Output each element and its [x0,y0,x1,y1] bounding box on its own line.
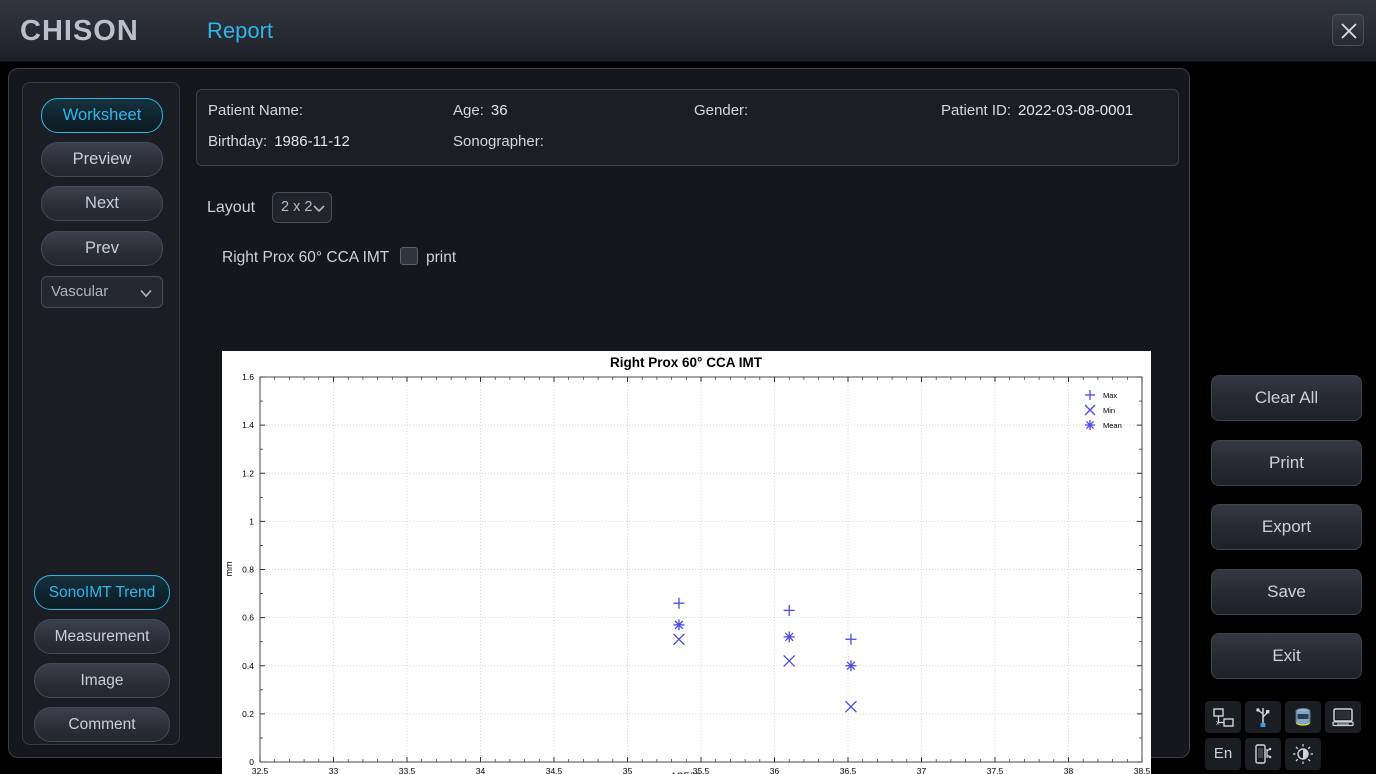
exam-type-value: Vascular [51,283,109,300]
patient-age-value: 36 [490,102,508,119]
layout-select[interactable]: 2 x 2 [272,192,332,223]
layout-label: Layout [207,199,256,216]
exit-button[interactable]: Exit [1211,633,1362,679]
svg-text:0.4: 0.4 [242,661,254,671]
sidebar-item-image[interactable]: Image [34,663,170,698]
sonographer-field: Sonographer: [453,133,551,150]
language-label: En [1213,745,1233,762]
chart-y-axis-label: mm [224,562,234,577]
report-screen: CHISON Report Worksheet Preview Next Pre… [0,0,1376,774]
brightness-icon [1293,744,1313,764]
patient-gender-field: Gender: [694,102,755,119]
monitor-icon [1332,708,1354,727]
sidebar-item-measurement[interactable]: Measurement [34,619,170,654]
exam-type-select[interactable]: Vascular [41,276,163,308]
export-button[interactable]: Export [1211,504,1362,550]
sidebar-item-prev[interactable]: Prev [41,231,163,266]
svg-text:32.5: 32.5 [252,766,269,774]
sidebar-item-next[interactable]: Next [41,186,163,221]
svg-text:0.2: 0.2 [242,709,254,719]
svg-text:1.2: 1.2 [242,468,254,478]
patient-gender-label: Gender: [694,102,749,119]
print-button[interactable]: Print [1211,440,1362,486]
usb-device-icon [1255,744,1272,764]
patient-birthday-field: Birthday: 1986-11-12 [208,133,350,150]
sonographer-label: Sonographer: [453,133,544,150]
sidebar-item-preview[interactable]: Preview [41,142,163,177]
svg-text:36: 36 [770,766,780,774]
svg-text:1.6: 1.6 [242,372,254,382]
svg-text:0.8: 0.8 [242,565,254,575]
svg-text:0.6: 0.6 [242,613,254,623]
patient-id-value: 2022-03-08-0001 [1018,102,1134,119]
chart-canvas: Right Prox 60° CCA IMT 00.20.40.60.811.2… [222,351,1151,774]
patient-age-field: Age: 36 [453,102,508,119]
svg-text:33.5: 33.5 [399,766,416,774]
clear-all-button[interactable]: Clear All [1211,375,1362,421]
chart-title: Right Prox 60° CCA IMT [610,355,763,370]
storage-disk-icon [1295,707,1311,726]
network-status-button[interactable]: x [1205,701,1241,733]
brand-logo: CHISON [20,15,139,47]
content-panel: Worksheet Preview Next Prev Vascular Son… [8,68,1190,774]
title-bar: CHISON Report [0,0,1376,62]
svg-text:1: 1 [249,516,254,526]
sonoimt-trend-chart: Right Prox 60° CCA IMT 0 0.2 0.4 0.6 0.8 1 1.2… [222,351,1151,774]
svg-text:37: 37 [917,766,927,774]
patient-name-label: Patient Name: [208,102,304,119]
svg-text:34.5: 34.5 [546,766,563,774]
svg-text:x: x [1216,720,1220,727]
network-disconnected-icon: x [1213,708,1234,727]
usb-eject-icon [1256,708,1270,727]
svg-text:Max: Max [1103,391,1117,400]
svg-text:38.5: 38.5 [1134,766,1151,774]
svg-text:34: 34 [476,766,486,774]
svg-text:Mean: Mean [1103,421,1122,430]
print-checkbox-label: print [426,249,457,266]
page-title: Report [207,18,274,43]
sidebar-item-comment[interactable]: Comment [34,707,170,742]
patient-id-label: Patient ID: [941,102,1012,119]
chart-header-title: Right Prox 60° CCA IMT [222,249,390,266]
svg-text:36.5: 36.5 [840,766,857,774]
layout-select-value: 2 x 2 [281,199,313,215]
svg-text:38: 38 [1064,766,1074,774]
storage-status-button[interactable] [1285,701,1321,733]
save-button[interactable]: Save [1211,569,1362,615]
language-button[interactable]: En [1205,738,1241,770]
patient-id-field: Patient ID: 2022-03-08-0001 [941,102,1133,119]
svg-text:1.4: 1.4 [242,420,254,430]
chevron-down-icon [311,200,327,220]
sidebar-item-sonoimt-trend[interactable]: SonoIMT Trend [34,575,170,610]
brightness-button[interactable] [1285,738,1321,770]
monitor-button[interactable] [1325,701,1361,733]
patient-name-field: Patient Name: [208,102,310,119]
close-icon [1341,23,1357,39]
svg-text:Min: Min [1103,406,1115,415]
patient-info-card: Patient Name: Age: 36 Gender: Patient ID:… [196,89,1179,166]
patient-birthday-value: 1986-11-12 [274,133,350,150]
usb-eject-button[interactable] [1245,701,1281,733]
svg-text:35: 35 [623,766,633,774]
svg-text:37.5: 37.5 [987,766,1004,774]
close-button[interactable] [1332,14,1364,46]
patient-birthday-label: Birthday: [208,133,268,150]
sidebar-item-worksheet[interactable]: Worksheet [41,98,163,133]
patient-age-label: Age: [453,102,484,119]
usb-device-button[interactable] [1245,738,1281,770]
svg-text:33: 33 [329,766,339,774]
print-checkbox[interactable] [400,247,418,265]
sidebar: Worksheet Preview Next Prev Vascular Son… [22,82,180,745]
chevron-down-icon [138,285,154,305]
